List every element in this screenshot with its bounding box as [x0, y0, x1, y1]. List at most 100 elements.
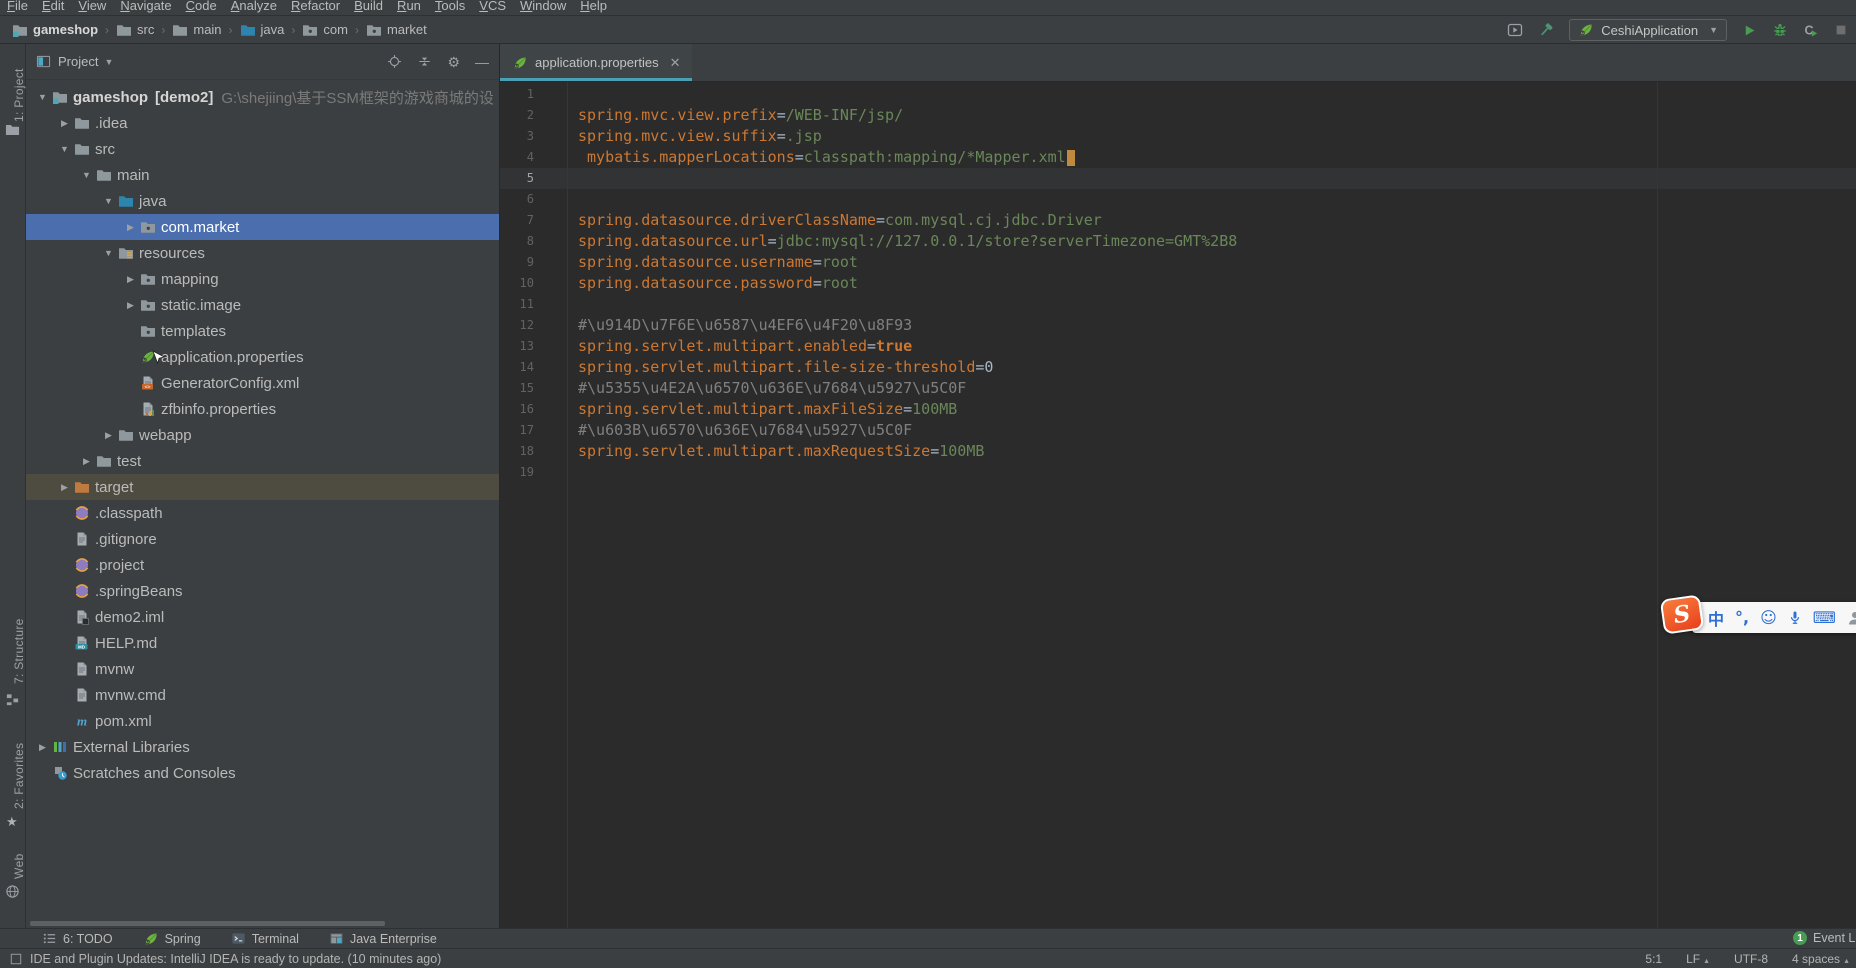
stop-button[interactable] [1834, 23, 1848, 37]
globe-icon[interactable] [5, 884, 20, 904]
tool-window-button-project[interactable]: 1: Project [0, 60, 26, 130]
close-icon[interactable]: ✕ [670, 55, 681, 71]
breadcrumb-item-main[interactable]: main [172, 22, 221, 38]
tree-item-help-md[interactable]: MDHELP.md [26, 630, 499, 656]
tree-item-com-market[interactable]: ▶com.market [26, 214, 499, 240]
tree-expanded-icon[interactable]: ▼ [100, 248, 117, 258]
tree-item-test[interactable]: ▶test [26, 448, 499, 474]
sogou-logo[interactable]: S [1660, 594, 1704, 634]
horizontal-scrollbar[interactable] [30, 921, 385, 926]
tree-item-target[interactable]: ▶target [26, 474, 499, 500]
update-checkbox-icon[interactable] [10, 953, 22, 965]
tree-item-mapping[interactable]: ▶mapping [26, 266, 499, 292]
tree-collapsed-icon[interactable]: ▶ [100, 430, 117, 441]
code-editor[interactable]: 12spring.mvc.view.prefix=/WEB-INF/jsp/3s… [500, 82, 1856, 928]
ime-mic-button[interactable] [1788, 610, 1802, 626]
menu-edit[interactable]: Edit [35, 0, 71, 13]
menu-refactor[interactable]: Refactor [284, 0, 347, 13]
project-stripe-icon[interactable] [5, 122, 20, 142]
menu-run[interactable]: Run [390, 0, 428, 13]
tree-collapsed-icon[interactable]: ▶ [122, 222, 139, 233]
tool-window-button-web[interactable]: Web [0, 850, 26, 882]
tree-item-scratches-and-consoles[interactable]: Scratches and Consoles [26, 760, 499, 786]
tree-item-main[interactable]: ▼main [26, 162, 499, 188]
menu-build[interactable]: Build [347, 0, 390, 13]
ime-punctuation-button[interactable]: °, [1735, 608, 1749, 627]
toolwindow-mode-icon[interactable] [36, 54, 51, 69]
tool-window-button-6-todo[interactable]: 6: TODO [42, 931, 113, 946]
tree-item-resources[interactable]: ▼resources [26, 240, 499, 266]
chevron-down-icon[interactable]: ▼ [104, 57, 113, 67]
menu-analyze[interactable]: Analyze [224, 0, 284, 13]
hide-panel-icon[interactable]: — [475, 55, 489, 69]
tool-window-button-spring[interactable]: Spring [143, 931, 201, 947]
tree-expanded-icon[interactable]: ▼ [34, 92, 51, 102]
run-configuration-select[interactable]: CeshiApplication ▼ [1569, 19, 1727, 41]
caret-position-widget[interactable]: 5:1 [1645, 952, 1662, 966]
tree-item-external-libraries[interactable]: ▶External Libraries [26, 734, 499, 760]
tree-collapsed-icon[interactable]: ▶ [56, 482, 73, 493]
tree-item-gitignore[interactable]: .gitignore [26, 526, 499, 552]
menu-file[interactable]: File [0, 0, 35, 13]
gear-icon[interactable]: ⚙ [447, 55, 460, 69]
tree-item-demo2-iml[interactable]: demo2.iml [26, 604, 499, 630]
menu-tools[interactable]: Tools [428, 0, 472, 13]
tree-item-gameshop[interactable]: ▼gameshop[demo2]G:\shejiing\基于SSM框架的游戏商城… [26, 84, 499, 110]
tool-window-button-java-enterprise[interactable]: Java Enterprise [329, 931, 437, 946]
tree-item-springbeans[interactable]: .springBeans [26, 578, 499, 604]
breadcrumb-item-market[interactable]: market [366, 22, 427, 38]
breadcrumb-item-com[interactable]: com [302, 22, 348, 38]
tree-item-templates[interactable]: templates [26, 318, 499, 344]
tree-collapsed-icon[interactable]: ▶ [122, 274, 139, 285]
menu-code[interactable]: Code [179, 0, 224, 13]
tree-item-static-image[interactable]: ▶static.image [26, 292, 499, 318]
tree-item-classpath[interactable]: .classpath [26, 500, 499, 526]
ime-keyboard-button[interactable]: ⌨ [1813, 608, 1836, 627]
run-anything-icon[interactable] [1507, 22, 1523, 38]
tree-collapsed-icon[interactable]: ▶ [56, 118, 73, 129]
ime-emoji-button[interactable]: ☺ [1760, 608, 1777, 627]
tool-window-button-favorites[interactable]: 2: Favorites [0, 738, 26, 814]
tree-item-generatorconfig-xml[interactable]: <>GeneratorConfig.xml [26, 370, 499, 396]
tree-collapsed-icon[interactable]: ▶ [34, 742, 51, 753]
breadcrumb-item-java[interactable]: java [240, 22, 285, 38]
select-opened-file-icon[interactable] [387, 54, 402, 69]
ime-profile-button[interactable] [1847, 610, 1856, 626]
build-hammer-icon[interactable] [1538, 22, 1554, 38]
tree-item-mvnw[interactable]: mvnw [26, 656, 499, 682]
tree-collapsed-icon[interactable]: ▶ [78, 456, 95, 467]
menu-view[interactable]: View [71, 0, 113, 13]
run-with-coverage-button[interactable]: C [1803, 22, 1819, 38]
tool-window-button-terminal[interactable]: Terminal [231, 931, 299, 946]
ime-chinese-mode-button[interactable]: 中 [1708, 606, 1724, 630]
tree-item-application-properties[interactable]: application.properties [26, 344, 499, 370]
line-separator-widget[interactable]: LF▲ [1686, 952, 1710, 966]
tree-item-webapp[interactable]: ▶webapp [26, 422, 499, 448]
breadcrumb-item-gameshop[interactable]: gameshop [12, 22, 98, 38]
tree-expanded-icon[interactable]: ▼ [100, 196, 117, 206]
structure-stripe-icon[interactable] [5, 692, 20, 712]
star-icon[interactable]: ★ [6, 814, 18, 830]
debug-button[interactable] [1772, 22, 1788, 38]
tree-item-zfbinfo-properties[interactable]: zfbinfo.properties [26, 396, 499, 422]
event-log-widget[interactable]: 1 Event Log [1793, 928, 1856, 948]
tool-window-button-structure[interactable]: 7: Structure [0, 615, 26, 687]
collapse-all-icon[interactable] [417, 54, 432, 69]
menu-vcs[interactable]: VCS [472, 0, 513, 13]
run-button[interactable] [1742, 23, 1757, 38]
tree-item-mvnw-cmd[interactable]: mvnw.cmd [26, 682, 499, 708]
tree-collapsed-icon[interactable]: ▶ [122, 300, 139, 311]
indent-widget[interactable]: 4 spaces▲ [1792, 952, 1850, 966]
menu-navigate[interactable]: Navigate [113, 0, 178, 13]
tree-expanded-icon[interactable]: ▼ [78, 170, 95, 180]
tree-item-src[interactable]: ▼src [26, 136, 499, 162]
tab-application-properties[interactable]: application.properties ✕ [500, 44, 692, 81]
menu-window[interactable]: Window [513, 0, 573, 13]
tree-item-java[interactable]: ▼java [26, 188, 499, 214]
tree-item-idea[interactable]: ▶.idea [26, 110, 499, 136]
breadcrumb-item-src[interactable]: src [116, 22, 154, 38]
tree-expanded-icon[interactable]: ▼ [56, 144, 73, 154]
tree-item-project[interactable]: .project [26, 552, 499, 578]
menu-help[interactable]: Help [573, 0, 614, 13]
project-panel-title[interactable]: Project [58, 54, 98, 69]
